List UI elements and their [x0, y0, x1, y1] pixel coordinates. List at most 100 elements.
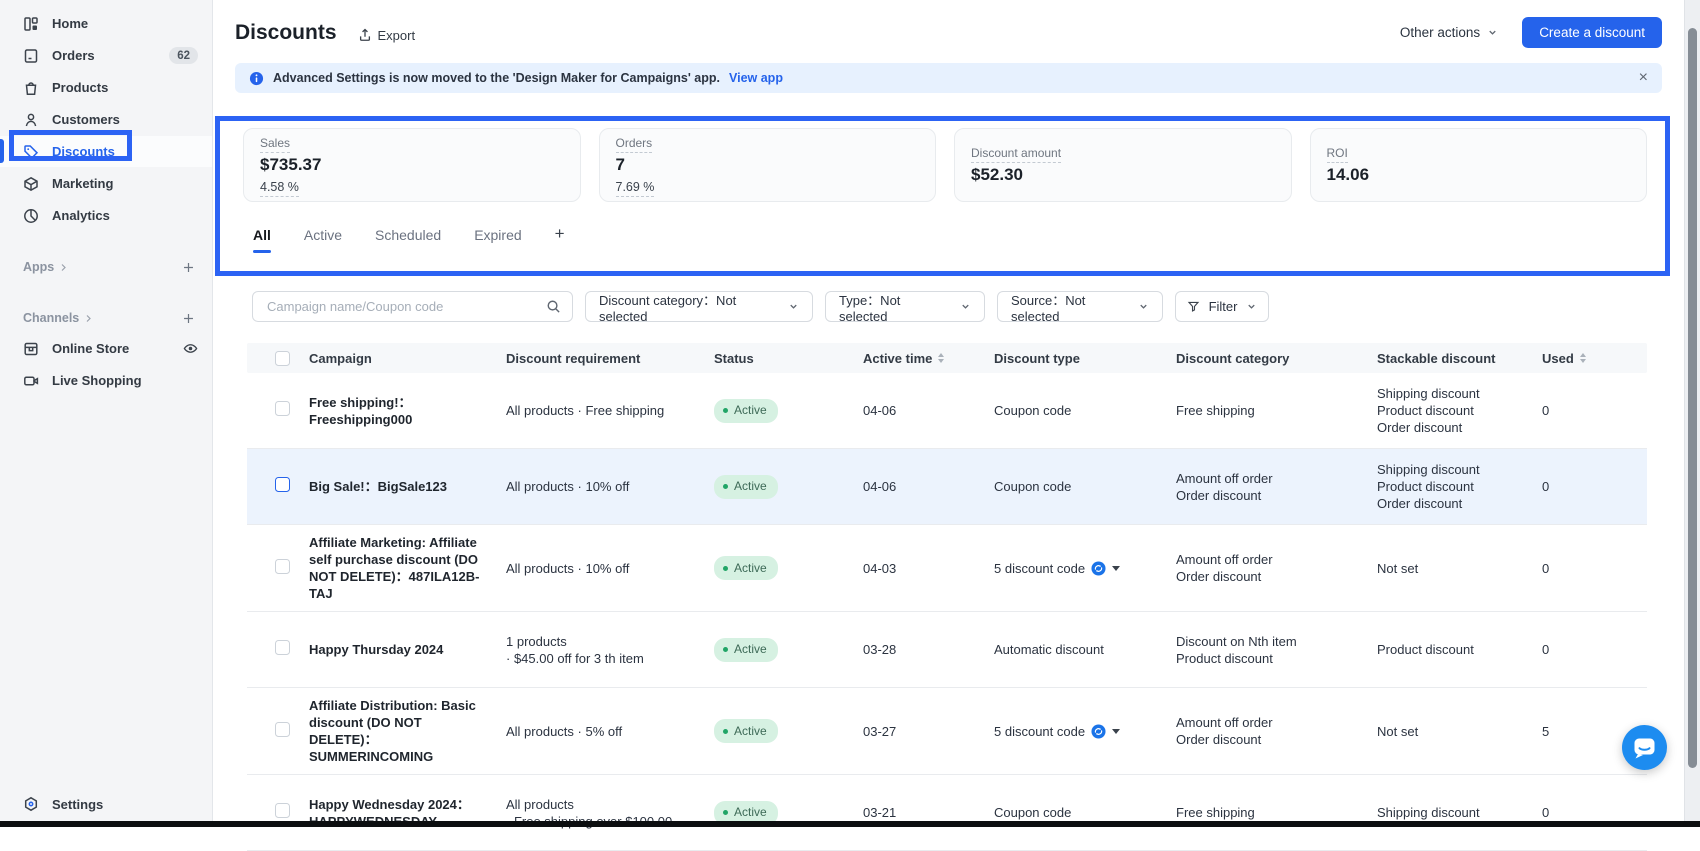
col-used[interactable]: Used: [1542, 351, 1647, 366]
sidebar-item-discounts[interactable]: Discounts: [0, 136, 212, 167]
row-checkbox[interactable]: [275, 640, 290, 655]
row-checkbox[interactable]: [275, 803, 290, 818]
sidebar-item-orders[interactable]: Orders 62: [0, 40, 212, 71]
table-row: Affiliate Marketing: Affiliate self purc…: [247, 525, 1647, 612]
customers-icon: [23, 112, 39, 128]
sidebar-item-label: Discounts: [52, 144, 115, 159]
sort-icon[interactable]: [938, 353, 944, 363]
stat-sub: 4.58 %: [260, 180, 299, 197]
status-dot-icon: [723, 729, 728, 734]
discount-type: Coupon code: [994, 478, 1176, 495]
sort-icon[interactable]: [1580, 353, 1586, 363]
status-badge: Active: [714, 475, 778, 499]
sidebar-item-marketing[interactable]: Marketing: [0, 168, 212, 199]
add-app-icon[interactable]: [182, 261, 195, 274]
col-active-time[interactable]: Active time: [863, 351, 994, 366]
filter-button[interactable]: Filter: [1175, 291, 1269, 322]
search-box: [252, 291, 573, 322]
stackable-discount: Shipping discountProduct discountOrder d…: [1377, 385, 1542, 436]
sidebar-section-channels[interactable]: Channels: [0, 308, 212, 328]
chevron-down-icon: [788, 301, 799, 312]
active-time: 03-21: [863, 804, 994, 821]
campaign-name[interactable]: Free shipping!：Freeshipping000: [309, 394, 506, 428]
status-cell: Active: [714, 719, 863, 743]
sidebar-section-apps[interactable]: Apps: [0, 257, 212, 277]
row-checkbox[interactable]: [275, 722, 290, 737]
status-dot-icon: [723, 810, 728, 815]
apps-label: Apps: [23, 260, 54, 274]
tab-active[interactable]: Active: [304, 227, 342, 253]
discount-type-dropdown[interactable]: 5 discount code: [994, 560, 1176, 577]
row-checkbox[interactable]: [275, 559, 290, 574]
analytics-icon: [23, 208, 39, 224]
close-icon[interactable]: ×: [1639, 70, 1648, 86]
status-cell: Active: [714, 638, 863, 662]
discount-category: Amount off orderOrder discount: [1176, 470, 1377, 504]
scrollbar-thumb[interactable]: [1688, 28, 1697, 768]
status-dot-icon: [723, 647, 728, 652]
channels-label: Channels: [23, 311, 79, 325]
tab-scheduled[interactable]: Scheduled: [375, 227, 441, 253]
stat-card-sales: Sales $735.37 4.58 %: [243, 128, 581, 202]
stat-sub: 7.69 %: [616, 180, 655, 197]
stat-card-discount-amount: Discount amount $52.30: [954, 128, 1292, 202]
sidebar-item-analytics[interactable]: Analytics: [0, 200, 212, 231]
page-title: Discounts: [235, 21, 337, 45]
used-count: 0: [1542, 478, 1647, 495]
export-button[interactable]: Export: [358, 28, 416, 43]
app-badge-icon: [1091, 724, 1106, 739]
stat-value: $735.37: [260, 155, 564, 175]
row-checkbox[interactable]: [275, 477, 290, 492]
eye-icon[interactable]: [183, 341, 198, 356]
scrollbar-track[interactable]: [1684, 0, 1700, 827]
select-all-checkbox[interactable]: [275, 351, 290, 366]
sidebar-item-customers[interactable]: Customers: [0, 104, 212, 135]
home-icon: [23, 16, 39, 32]
sidebar-item-label: Live Shopping: [52, 373, 142, 388]
discount-tag-icon: [23, 144, 39, 160]
discount-type-dropdown[interactable]: 5 discount code: [994, 723, 1176, 740]
view-app-link[interactable]: View app: [729, 71, 783, 85]
discount-category-dropdown[interactable]: Discount category：Not selected: [585, 291, 813, 322]
col-status: Status: [714, 351, 863, 366]
sidebar-item-label: Products: [52, 80, 108, 95]
sidebar-item-label: Online Store: [52, 341, 129, 356]
add-tab-button[interactable]: +: [555, 224, 565, 253]
sidebar: Home Orders 62 Products Customers Disc: [0, 0, 213, 827]
table-header: Campaign Discount requirement Status Act…: [247, 343, 1647, 373]
campaign-name[interactable]: Affiliate Marketing: Affiliate self purc…: [309, 534, 506, 602]
row-checkbox[interactable]: [275, 401, 290, 416]
discount-type: Automatic discount: [994, 641, 1176, 658]
chat-support-button[interactable]: [1622, 725, 1667, 770]
funnel-icon: [1187, 300, 1200, 313]
col-campaign: Campaign: [309, 351, 506, 366]
source-dropdown[interactable]: Source：Not selected: [997, 291, 1163, 322]
tab-all[interactable]: All: [253, 227, 271, 253]
campaign-name[interactable]: Happy Thursday 2024: [309, 641, 506, 658]
discount-requirement: All products · 10% off: [506, 478, 714, 495]
stat-value: 14.06: [1327, 165, 1631, 185]
search-input[interactable]: [265, 298, 546, 315]
sidebar-item-live-shopping[interactable]: Live Shopping: [0, 365, 212, 396]
sidebar-item-online-store[interactable]: Online Store: [0, 333, 212, 364]
other-actions-button[interactable]: Other actions: [1400, 25, 1498, 40]
chevron-down-icon: [1487, 27, 1498, 38]
create-discount-button[interactable]: Create a discount: [1522, 17, 1662, 48]
stat-label: Discount amount: [971, 146, 1061, 163]
stat-label: Sales: [260, 136, 290, 153]
stats-cards: Sales $735.37 4.58 % Orders 7 7.69 % Dis…: [243, 128, 1647, 202]
table-row: Happy Thursday 2024 1 products· $45.00 o…: [247, 612, 1647, 688]
search-icon[interactable]: [546, 299, 561, 314]
sidebar-item-products[interactable]: Products: [0, 72, 212, 103]
discount-category: Amount off orderOrder discount: [1176, 714, 1377, 748]
stat-label: Orders: [616, 136, 653, 153]
sidebar-item-home[interactable]: Home: [0, 8, 212, 39]
sidebar-item-settings[interactable]: Settings: [0, 794, 212, 814]
campaign-name[interactable]: Affiliate Distribution: Basic discount (…: [309, 697, 506, 765]
status-badge: Active: [714, 719, 778, 743]
tab-expired[interactable]: Expired: [474, 227, 521, 253]
campaign-name[interactable]: Big Sale!：BigSale123: [309, 478, 506, 495]
type-dropdown[interactable]: Type：Not selected: [825, 291, 985, 322]
add-channel-icon[interactable]: [182, 312, 195, 325]
col-discount-requirement: Discount requirement: [506, 351, 714, 366]
